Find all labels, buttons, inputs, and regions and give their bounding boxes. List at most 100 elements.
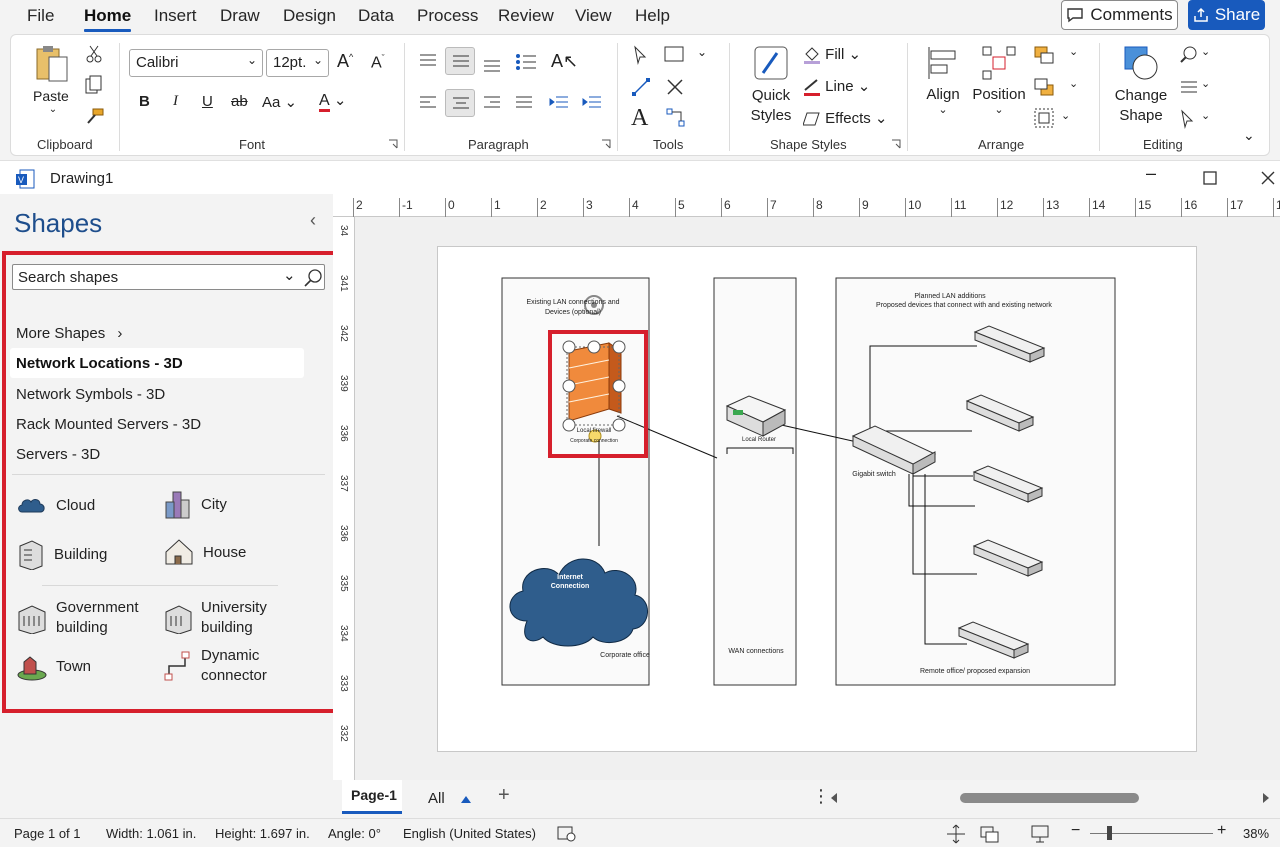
underline-icon[interactable]: U [202,93,213,110]
change-case-button[interactable]: Aa ⌄ [262,93,297,111]
bullets-icon[interactable] [515,53,537,71]
bring-forward-icon[interactable] [1033,45,1055,65]
add-page-icon[interactable]: + [498,784,510,807]
firewall-label: Local firewall [576,428,612,434]
format-painter-icon[interactable] [85,107,105,125]
chevron-down-icon[interactable]: ⌄ [1201,77,1210,90]
more-options-icon[interactable]: ⋮ [812,786,830,807]
dialog-launcher-icon[interactable] [388,139,398,149]
separator [1099,43,1100,151]
find-icon[interactable] [1179,45,1199,65]
layers-icon[interactable] [1179,77,1199,97]
cut-icon[interactable] [85,45,103,63]
pointer-icon[interactable] [633,45,649,65]
ruler-tick-label: 34 [338,225,349,237]
connector-icon[interactable] [631,77,651,97]
menu-process[interactable]: Process [417,6,478,26]
align-top-icon[interactable] [418,53,438,69]
align-bottom-icon[interactable] [482,57,502,73]
paste-button[interactable]: Paste ⌄ [33,43,73,123]
collapse-ribbon-icon[interactable]: ⌄ [1243,127,1255,144]
menu-view[interactable]: View [575,6,612,26]
send-backward-icon[interactable] [1033,77,1055,97]
network-diagram[interactable] [437,246,1197,752]
menu-file[interactable]: File [27,6,54,26]
align-middle-button[interactable] [445,47,475,75]
italic-icon[interactable]: I [173,93,178,110]
menu-review[interactable]: Review [498,6,554,26]
quick-styles-button[interactable]: Quick Styles [743,43,799,133]
connection-point-icon[interactable] [665,107,687,129]
zoom-out-icon[interactable]: − [1071,822,1080,840]
collapse-panel-icon[interactable]: ‹ [310,210,316,231]
rectangle-icon[interactable] [663,45,685,63]
wan-label: WAN connections [728,648,784,655]
switch-windows-icon[interactable] [980,824,1000,844]
align-right-icon[interactable] [482,95,502,111]
chevron-down-icon[interactable]: ⌄ [1069,77,1078,90]
menu-draw[interactable]: Draw [220,6,260,26]
grow-font-icon[interactable]: A^ [337,51,353,72]
tab-page-1[interactable]: Page-1 [342,780,402,814]
zoom-level[interactable]: 38% [1243,826,1269,841]
chevron-down-icon[interactable]: ⌄ [33,104,73,115]
minimize-icon[interactable]: – [1146,163,1156,184]
align-left-icon[interactable] [418,95,438,111]
dialog-launcher-icon[interactable] [891,139,901,149]
increase-indent-icon[interactable] [581,95,603,111]
font-color-icon[interactable]: A ⌄ [319,91,346,112]
chevron-down-icon[interactable]: ⌄ [1069,45,1078,58]
align-center-button[interactable] [445,89,475,117]
pan-zoom-icon[interactable] [946,824,966,844]
maximize-icon[interactable] [1203,171,1217,185]
wan-container[interactable] [713,277,797,686]
close-icon[interactable] [665,77,685,97]
triangle-up-icon[interactable] [460,794,472,804]
chevron-down-icon[interactable]: ⌄ [697,45,707,59]
comments-button[interactable]: Comments [1061,0,1178,30]
status-page[interactable]: Page 1 of 1 [14,826,81,841]
menu-design[interactable]: Design [283,6,336,26]
zoom-slider-thumb[interactable] [1107,826,1112,840]
separator [907,43,908,151]
tab-all[interactable]: All [428,790,445,807]
menu-home[interactable]: Home [84,6,131,26]
chevron-down-icon[interactable]: ⌄ [1201,109,1210,122]
position-button[interactable]: Position ⌄ [971,43,1027,116]
chevron-down-icon[interactable]: ⌄ [1201,45,1210,58]
bold-icon[interactable]: B [139,93,150,110]
menu-help[interactable]: Help [635,6,670,26]
justify-icon[interactable] [514,95,534,111]
decrease-indent-icon[interactable] [548,95,570,111]
group-icon[interactable] [1033,107,1055,129]
copy-icon[interactable] [85,75,103,95]
accessibility-icon[interactable] [557,825,577,843]
scroll-left-icon[interactable] [829,792,839,804]
horizontal-scrollbar-thumb[interactable] [960,793,1139,803]
ruler-tick [859,198,860,217]
menu-insert[interactable]: Insert [154,6,197,26]
ruler-tick-label: -1 [402,198,413,212]
strikethrough-icon[interactable]: ab [231,93,248,110]
font-name-select[interactable]: Calibri ⌄ [129,49,263,77]
text-tool-icon[interactable]: A [631,105,648,132]
fill-button[interactable]: Fill ⌄ [803,45,861,65]
chevron-down-icon[interactable]: ⌄ [1061,109,1070,122]
presentation-mode-icon[interactable] [1030,824,1050,844]
text-direction-icon[interactable]: A↖ [551,51,578,72]
scroll-right-icon[interactable] [1261,792,1271,804]
shrink-font-icon[interactable]: Aˇ [371,53,385,72]
font-size-select[interactable]: 12pt. ⌄ [266,49,329,77]
font-group-label: Font [239,137,266,152]
change-shape-button[interactable]: Change Shape [1109,43,1173,126]
effects-button[interactable]: Effects ⌄ [802,109,888,128]
select-icon[interactable] [1179,109,1199,129]
zoom-in-icon[interactable]: + [1217,822,1226,840]
share-button[interactable]: Share [1188,0,1265,30]
align-button[interactable]: Align ⌄ [918,43,968,116]
line-button[interactable]: Line ⌄ [803,77,870,97]
menu-data[interactable]: Data [358,6,394,26]
close-icon[interactable] [1260,170,1276,186]
status-language[interactable]: English (United States) [403,826,536,841]
dialog-launcher-icon[interactable] [601,139,611,149]
